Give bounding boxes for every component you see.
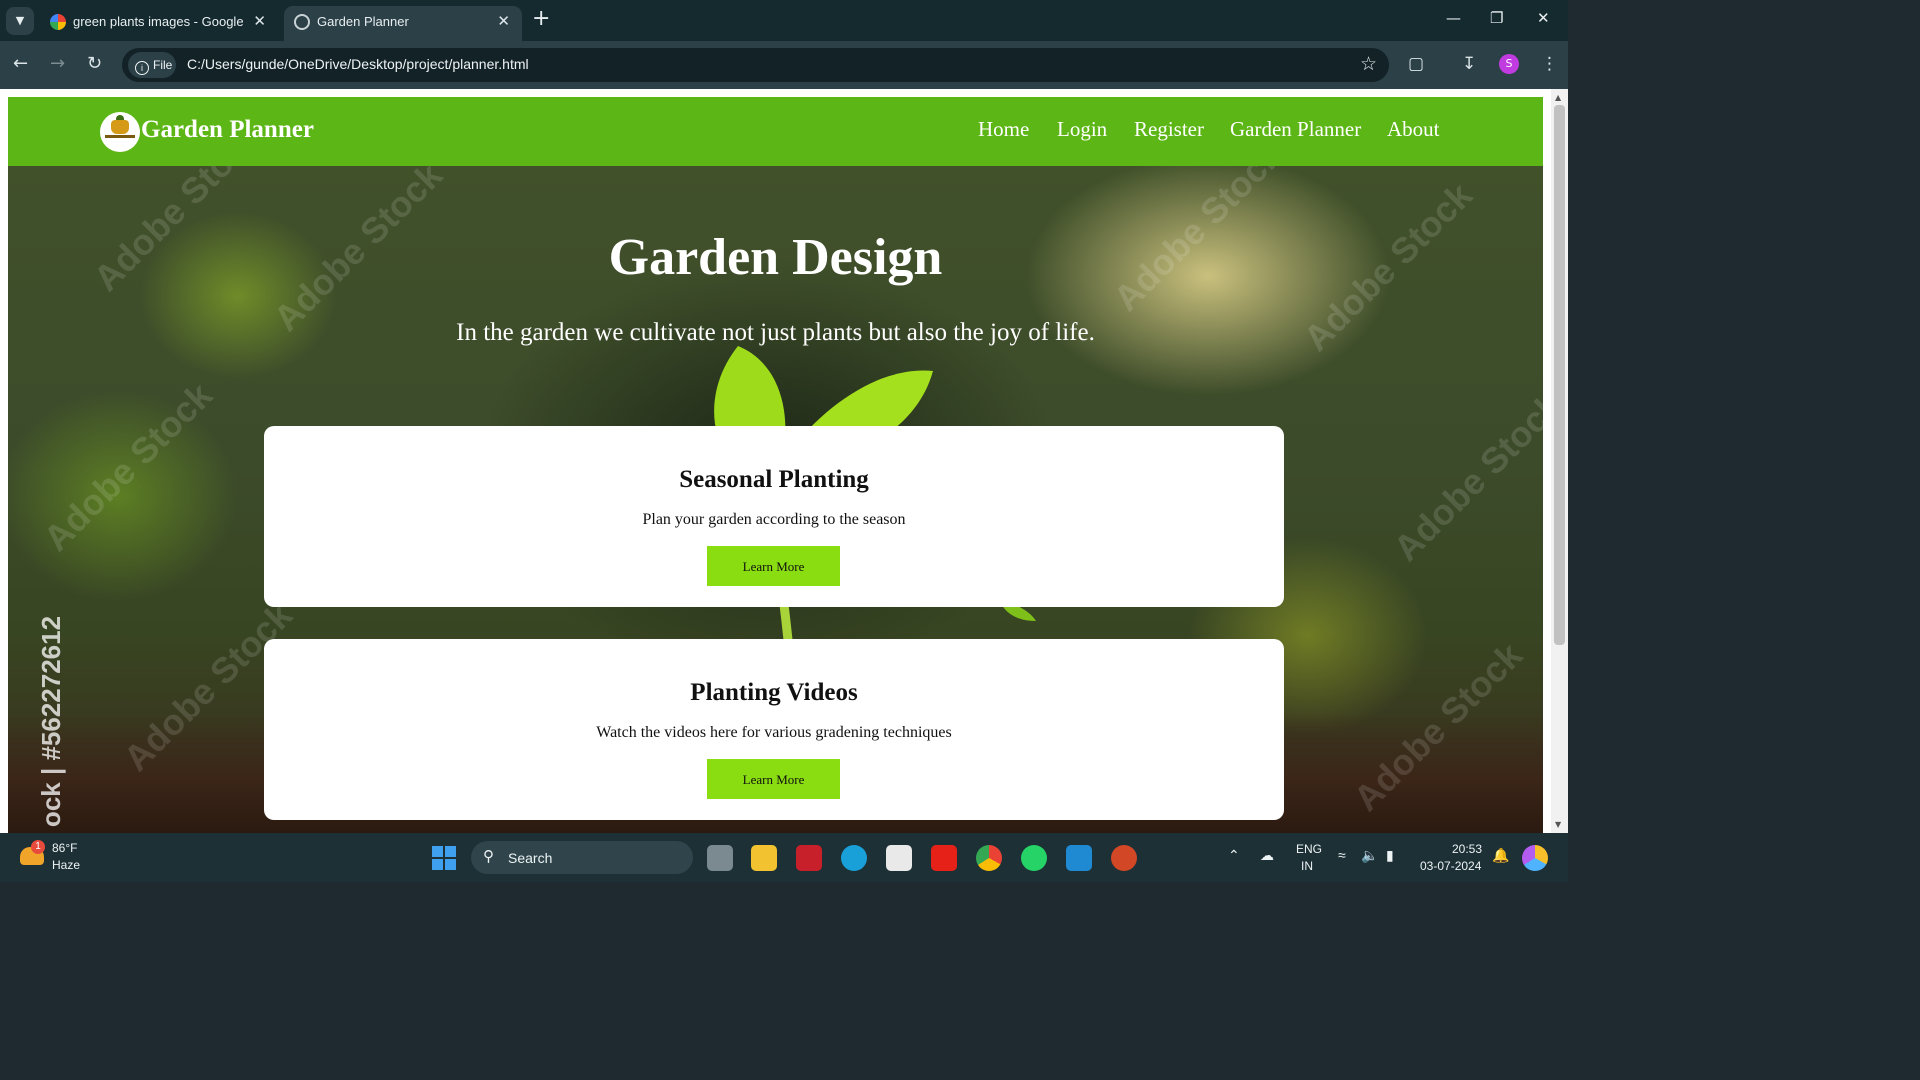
browser-toolbar: ← → ↻ i File C:/Users/gunde/OneDrive/Desk… [0,41,1568,89]
onedrive-cloud-icon[interactable]: ☁ [1260,847,1274,864]
volume-icon[interactable]: 🔈 [1361,847,1378,864]
browser-tab-google-search[interactable]: green plants images - Google S ✕ [40,6,278,41]
notification-badge: 1 [31,840,45,854]
url-text[interactable]: C:/Users/gunde/OneDrive/Desktop/project/… [187,56,529,72]
page-viewport: Garden Planner Home Login Register Garde… [0,89,1568,833]
minimize-icon[interactable]: — [1446,9,1461,27]
windows-taskbar: 1 86°F Haze ⚲ Search ⌃ ☁ ENG IN ≈ 🔈 ▮ 20… [0,833,1568,882]
card-text: Plan your garden according to the season [642,511,906,528]
powerpoint-icon[interactable] [1111,845,1137,871]
hero-tagline: In the garden we cultivate not just plan… [456,319,1095,346]
windows-start-icon[interactable] [432,846,456,870]
address-bar[interactable]: i File C:/Users/gunde/OneDrive/Desktop/pr… [122,48,1389,82]
task-view-icon[interactable] [707,845,733,871]
browser-tab-bar: ▼ green plants images - Google S ✕ Garde… [0,0,1568,41]
card-seasonal-planting: Seasonal Planting Plan your garden accor… [264,426,1284,607]
taskbar-search-box[interactable]: ⚲ Search [471,841,693,874]
edge-icon[interactable] [841,845,867,871]
weather-description[interactable]: Haze [52,858,80,872]
card-text: Watch the videos here for various graden… [596,724,952,741]
garden-planner-page: Garden Planner Home Login Register Garde… [8,97,1543,833]
copilot-icon[interactable] [1522,845,1548,871]
globe-icon [294,14,310,30]
learn-more-button[interactable]: Learn More [707,546,840,586]
page-scrollbar[interactable]: ▲ ▼ [1551,89,1568,833]
reload-icon[interactable]: ↻ [87,53,102,75]
notification-bell-icon[interactable]: 🔔 [1492,847,1509,864]
close-window-icon[interactable]: ✕ [1537,9,1550,27]
scroll-down-icon[interactable]: ▼ [1555,820,1561,829]
back-arrow-icon[interactable]: ← [13,53,28,75]
site-brand[interactable]: Garden Planner [141,116,314,144]
stock-id-text: ock | #562272612 [36,615,67,828]
tab-title: green plants images - Google S [73,14,243,29]
info-icon: i [135,61,149,75]
new-tab-button[interactable]: + [532,8,550,30]
learn-more-button[interactable]: Learn More [707,759,840,799]
card-title: Planting Videos [690,679,858,706]
nav-link-home[interactable]: Home [978,117,1029,142]
clock-time[interactable]: 20:53 [1452,842,1482,856]
whatsapp-icon[interactable] [1021,845,1047,871]
search-label: Search [508,850,553,866]
close-tab-icon[interactable]: ✕ [497,12,510,30]
scrollbar-thumb[interactable] [1554,105,1565,645]
battery-icon[interactable]: ▮ [1386,847,1394,864]
profile-avatar[interactable]: S [1499,54,1519,74]
nav-link-about[interactable]: About [1387,117,1440,142]
hero-section: Adobe Stock Adobe Stock Adobe Stock Adob… [8,166,1543,833]
extensions-icon[interactable]: ▢ [1408,54,1424,74]
download-icon[interactable]: ↧ [1462,54,1476,74]
clock-date[interactable]: 03-07-2024 [1420,859,1481,873]
google-icon [50,14,66,30]
scroll-up-icon[interactable]: ▲ [1555,93,1561,102]
nav-link-login[interactable]: Login [1057,117,1107,142]
language-label[interactable]: ENG [1296,842,1322,856]
wifi-icon[interactable]: ≈ [1338,847,1346,863]
file-explorer-icon[interactable] [751,845,777,871]
card-title: Seasonal Planting [679,466,869,493]
weather-temperature[interactable]: 86°F [52,841,77,855]
nav-link-register[interactable]: Register [1134,117,1204,142]
microsoft-store-icon[interactable] [886,845,912,871]
nav-link-garden-planner[interactable]: Garden Planner [1230,117,1361,142]
garden-logo-icon[interactable] [100,112,140,152]
vscode-icon[interactable] [1066,845,1092,871]
youtube-icon[interactable] [931,845,957,871]
restore-icon[interactable]: ❐ [1490,9,1503,27]
browser-tab-garden-planner[interactable]: Garden Planner ✕ [284,6,522,41]
file-label: File [153,58,173,72]
site-info-chip[interactable]: i File [128,52,176,78]
tab-title: Garden Planner [317,14,409,29]
hero-title: Garden Design [608,229,943,286]
chrome-icon[interactable] [976,845,1002,871]
search-icon: ⚲ [483,848,494,865]
site-navbar: Garden Planner Home Login Register Garde… [8,97,1543,166]
mcafee-icon[interactable] [796,845,822,871]
chevron-up-icon[interactable]: ⌃ [1228,847,1240,864]
card-planting-videos: Planting Videos Watch the videos here fo… [264,639,1284,820]
forward-arrow-icon[interactable]: → [50,53,65,75]
tab-search-dropdown-button[interactable]: ▼ [6,7,34,35]
close-tab-icon[interactable]: ✕ [253,12,266,30]
bookmark-star-icon[interactable]: ☆ [1360,53,1377,75]
region-label[interactable]: IN [1301,859,1313,873]
more-menu-icon[interactable]: ⋮ [1541,54,1558,74]
